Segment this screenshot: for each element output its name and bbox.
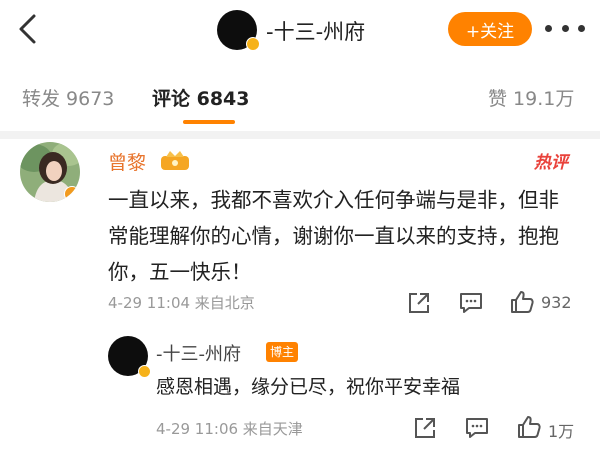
blogger-badge: 博主 xyxy=(266,342,299,362)
tab-comments[interactable]: 评论 6843 xyxy=(152,84,250,111)
reply-text: 感恩相遇，缘分已尽，祝你平安幸福 xyxy=(156,376,461,398)
verified-badge-icon xyxy=(138,365,151,378)
verified-badge-icon xyxy=(246,37,260,51)
like-icon[interactable] xyxy=(516,414,542,440)
follow-button[interactable]: +关注 xyxy=(448,12,532,46)
hot-comment-badge: 热评 xyxy=(534,153,568,173)
comment-icon[interactable] xyxy=(464,415,490,441)
verified-badge-icon xyxy=(64,186,80,202)
more-horizontal-icon[interactable] xyxy=(545,22,585,34)
reply-meta: 4-29 11:06 来自天津 xyxy=(156,420,303,438)
vip-crown-icon xyxy=(161,151,189,170)
like-count: 932 xyxy=(541,293,572,312)
reply-like-count: 1万 xyxy=(548,422,575,441)
tab-likes[interactable]: 赞 19.1万 xyxy=(488,84,574,111)
commenter-name[interactable]: 曾黎 xyxy=(108,148,146,175)
tab-bar: 转发 9673 评论 6843 赞 19.1万 xyxy=(0,70,600,126)
like-icon[interactable] xyxy=(509,289,535,315)
comment-meta: 4-29 11:04 来自北京 xyxy=(108,294,255,312)
section-divider xyxy=(0,131,600,139)
reply-author[interactable]: -十三-州府 xyxy=(156,340,241,366)
page-title[interactable]: -十三-州府 xyxy=(266,16,365,46)
top-bar: -十三-州府 +关注 xyxy=(0,0,600,62)
comment-text: 一直以来，我都不喜欢介入任何争端与是非，但非常能理解你的心情，谢谢你一直以来的支… xyxy=(108,188,559,284)
share-icon[interactable] xyxy=(406,290,432,316)
share-icon[interactable] xyxy=(412,415,438,441)
tab-reposts[interactable]: 转发 9673 xyxy=(22,84,114,111)
active-tab-indicator xyxy=(183,120,235,124)
comment-icon[interactable] xyxy=(458,290,484,316)
commenter-avatar[interactable] xyxy=(20,142,80,202)
reply-avatar[interactable] xyxy=(108,336,151,378)
chevron-left-icon[interactable] xyxy=(14,12,44,46)
blogger-avatar[interactable] xyxy=(217,10,260,51)
